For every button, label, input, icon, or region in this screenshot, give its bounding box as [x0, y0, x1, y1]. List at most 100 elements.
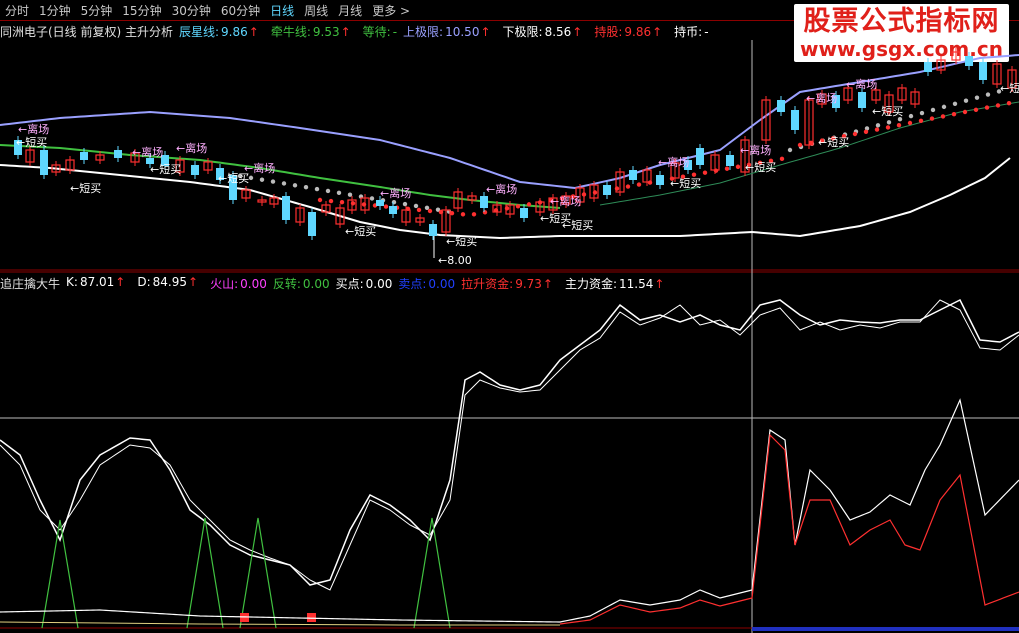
lowest-price-label: ←8.00 [438, 254, 472, 267]
hold-dot [383, 204, 389, 209]
candle-body-down [603, 185, 611, 195]
hold-dot [896, 123, 902, 128]
hold-dot [471, 212, 477, 217]
hold-dot [797, 142, 803, 148]
support-dot [974, 95, 980, 100]
kline-chart-canvas[interactable]: ←离场←离场 ←离场←离场←离场 ←离场←离场←离场←离场←离场←离场←短买←短买←… [0, 0, 1019, 633]
hold-dot [702, 170, 708, 175]
candle-body-down [80, 152, 88, 160]
hold-dot [416, 207, 422, 213]
hold-dot [361, 202, 367, 207]
candle-body-down [191, 165, 199, 175]
candle-body-down [858, 92, 866, 108]
short-buy-signal-label: ←短买 [872, 104, 903, 118]
hold-dot [350, 201, 356, 206]
support-dot [952, 101, 958, 107]
hold-dot [339, 200, 345, 205]
support-dot [908, 113, 914, 119]
hold-dot [885, 125, 891, 130]
leave-signal-label: ←离场 [806, 91, 837, 105]
support-dot [336, 190, 342, 196]
hold-dot [940, 114, 946, 119]
candle-body-down [629, 170, 637, 180]
support-dot [424, 205, 430, 210]
candle-body-down [656, 175, 664, 185]
candle-body-down [726, 155, 734, 166]
hold-dot [779, 156, 785, 162]
hold-dot [918, 118, 924, 124]
hold-dot [515, 204, 521, 209]
support-dot [270, 179, 276, 184]
support-dot [941, 104, 947, 110]
support-dot [930, 107, 936, 113]
leave-signal-label: ←离场 [658, 155, 689, 169]
support-dot [985, 92, 991, 97]
hold-dot [526, 202, 532, 207]
candle-body-down [791, 110, 799, 130]
hold-dot [724, 166, 730, 171]
candle-body-down [965, 56, 973, 66]
hold-dot [735, 164, 741, 169]
hold-dot [427, 208, 433, 214]
candle-body-down [520, 208, 528, 218]
k-line [0, 298, 1019, 586]
support-dot [413, 203, 419, 209]
leave-signal-label: ←离场 [846, 77, 877, 91]
hold-dot [713, 168, 719, 173]
hold-dot [625, 184, 631, 189]
candle-body-down [114, 150, 122, 158]
short-buy-signal-label: ←短买 [670, 176, 701, 190]
hold-dot [328, 198, 334, 204]
hold-dot [1006, 101, 1012, 106]
leave-signal-label: ←离场 [18, 122, 49, 136]
sell-zone-bar [752, 627, 1019, 631]
candle-body-down [777, 100, 785, 112]
support-dot [281, 181, 287, 186]
hold-dot [852, 131, 858, 137]
hold-dot [636, 182, 642, 187]
hold-dot [995, 103, 1001, 108]
baseline-line [0, 621, 560, 626]
hold-dot [874, 127, 880, 132]
leave-signal-label: ←离场 [380, 186, 411, 200]
hold-dot [863, 129, 869, 134]
short-buy-signal-label: ←短买 [345, 224, 376, 238]
support-dot [787, 147, 793, 153]
leave-signal-label: ←离场 [132, 145, 163, 159]
support-dot [369, 196, 375, 201]
candle-body-down [480, 196, 488, 208]
candle-body-down [696, 148, 704, 165]
candle-body-down [429, 224, 437, 236]
main-capital-line [0, 398, 1019, 623]
short-buy-signal-label: ←短买 [446, 234, 477, 248]
buy-marker [307, 613, 316, 622]
hold-dot [929, 116, 935, 121]
hold-dot [973, 107, 979, 113]
hold-dot [951, 112, 957, 117]
candle-body-down [376, 200, 384, 206]
short-buy-signal-label: ←短买 [16, 135, 47, 149]
leave-signal-label: ←离场 [740, 143, 771, 157]
short-buy-signal-label: ←短买 [150, 162, 181, 176]
support-dot [886, 120, 892, 125]
support-dot [875, 123, 881, 128]
candle-body-down [308, 212, 316, 236]
short-buy-signal-label: ←短买 [70, 181, 101, 195]
leave-signal-label: ←离场 [176, 141, 207, 155]
pullup-capital-line [559, 433, 1019, 625]
support-dot [303, 185, 309, 190]
support-dot [963, 98, 969, 103]
hold-dot [962, 109, 968, 115]
support-dot [919, 110, 925, 116]
reversal-spike [239, 517, 277, 629]
candle-body-down [924, 62, 932, 72]
candle-body-down [389, 206, 397, 214]
support-dot [259, 177, 265, 182]
support-dot [325, 188, 331, 194]
short-buy-signal-label: ←短买 [218, 171, 249, 185]
candle-body-down [282, 196, 290, 220]
hold-dot [984, 105, 990, 110]
candle-body-down [979, 62, 987, 80]
reversal-spike [186, 517, 224, 629]
hold-dot [482, 210, 488, 215]
